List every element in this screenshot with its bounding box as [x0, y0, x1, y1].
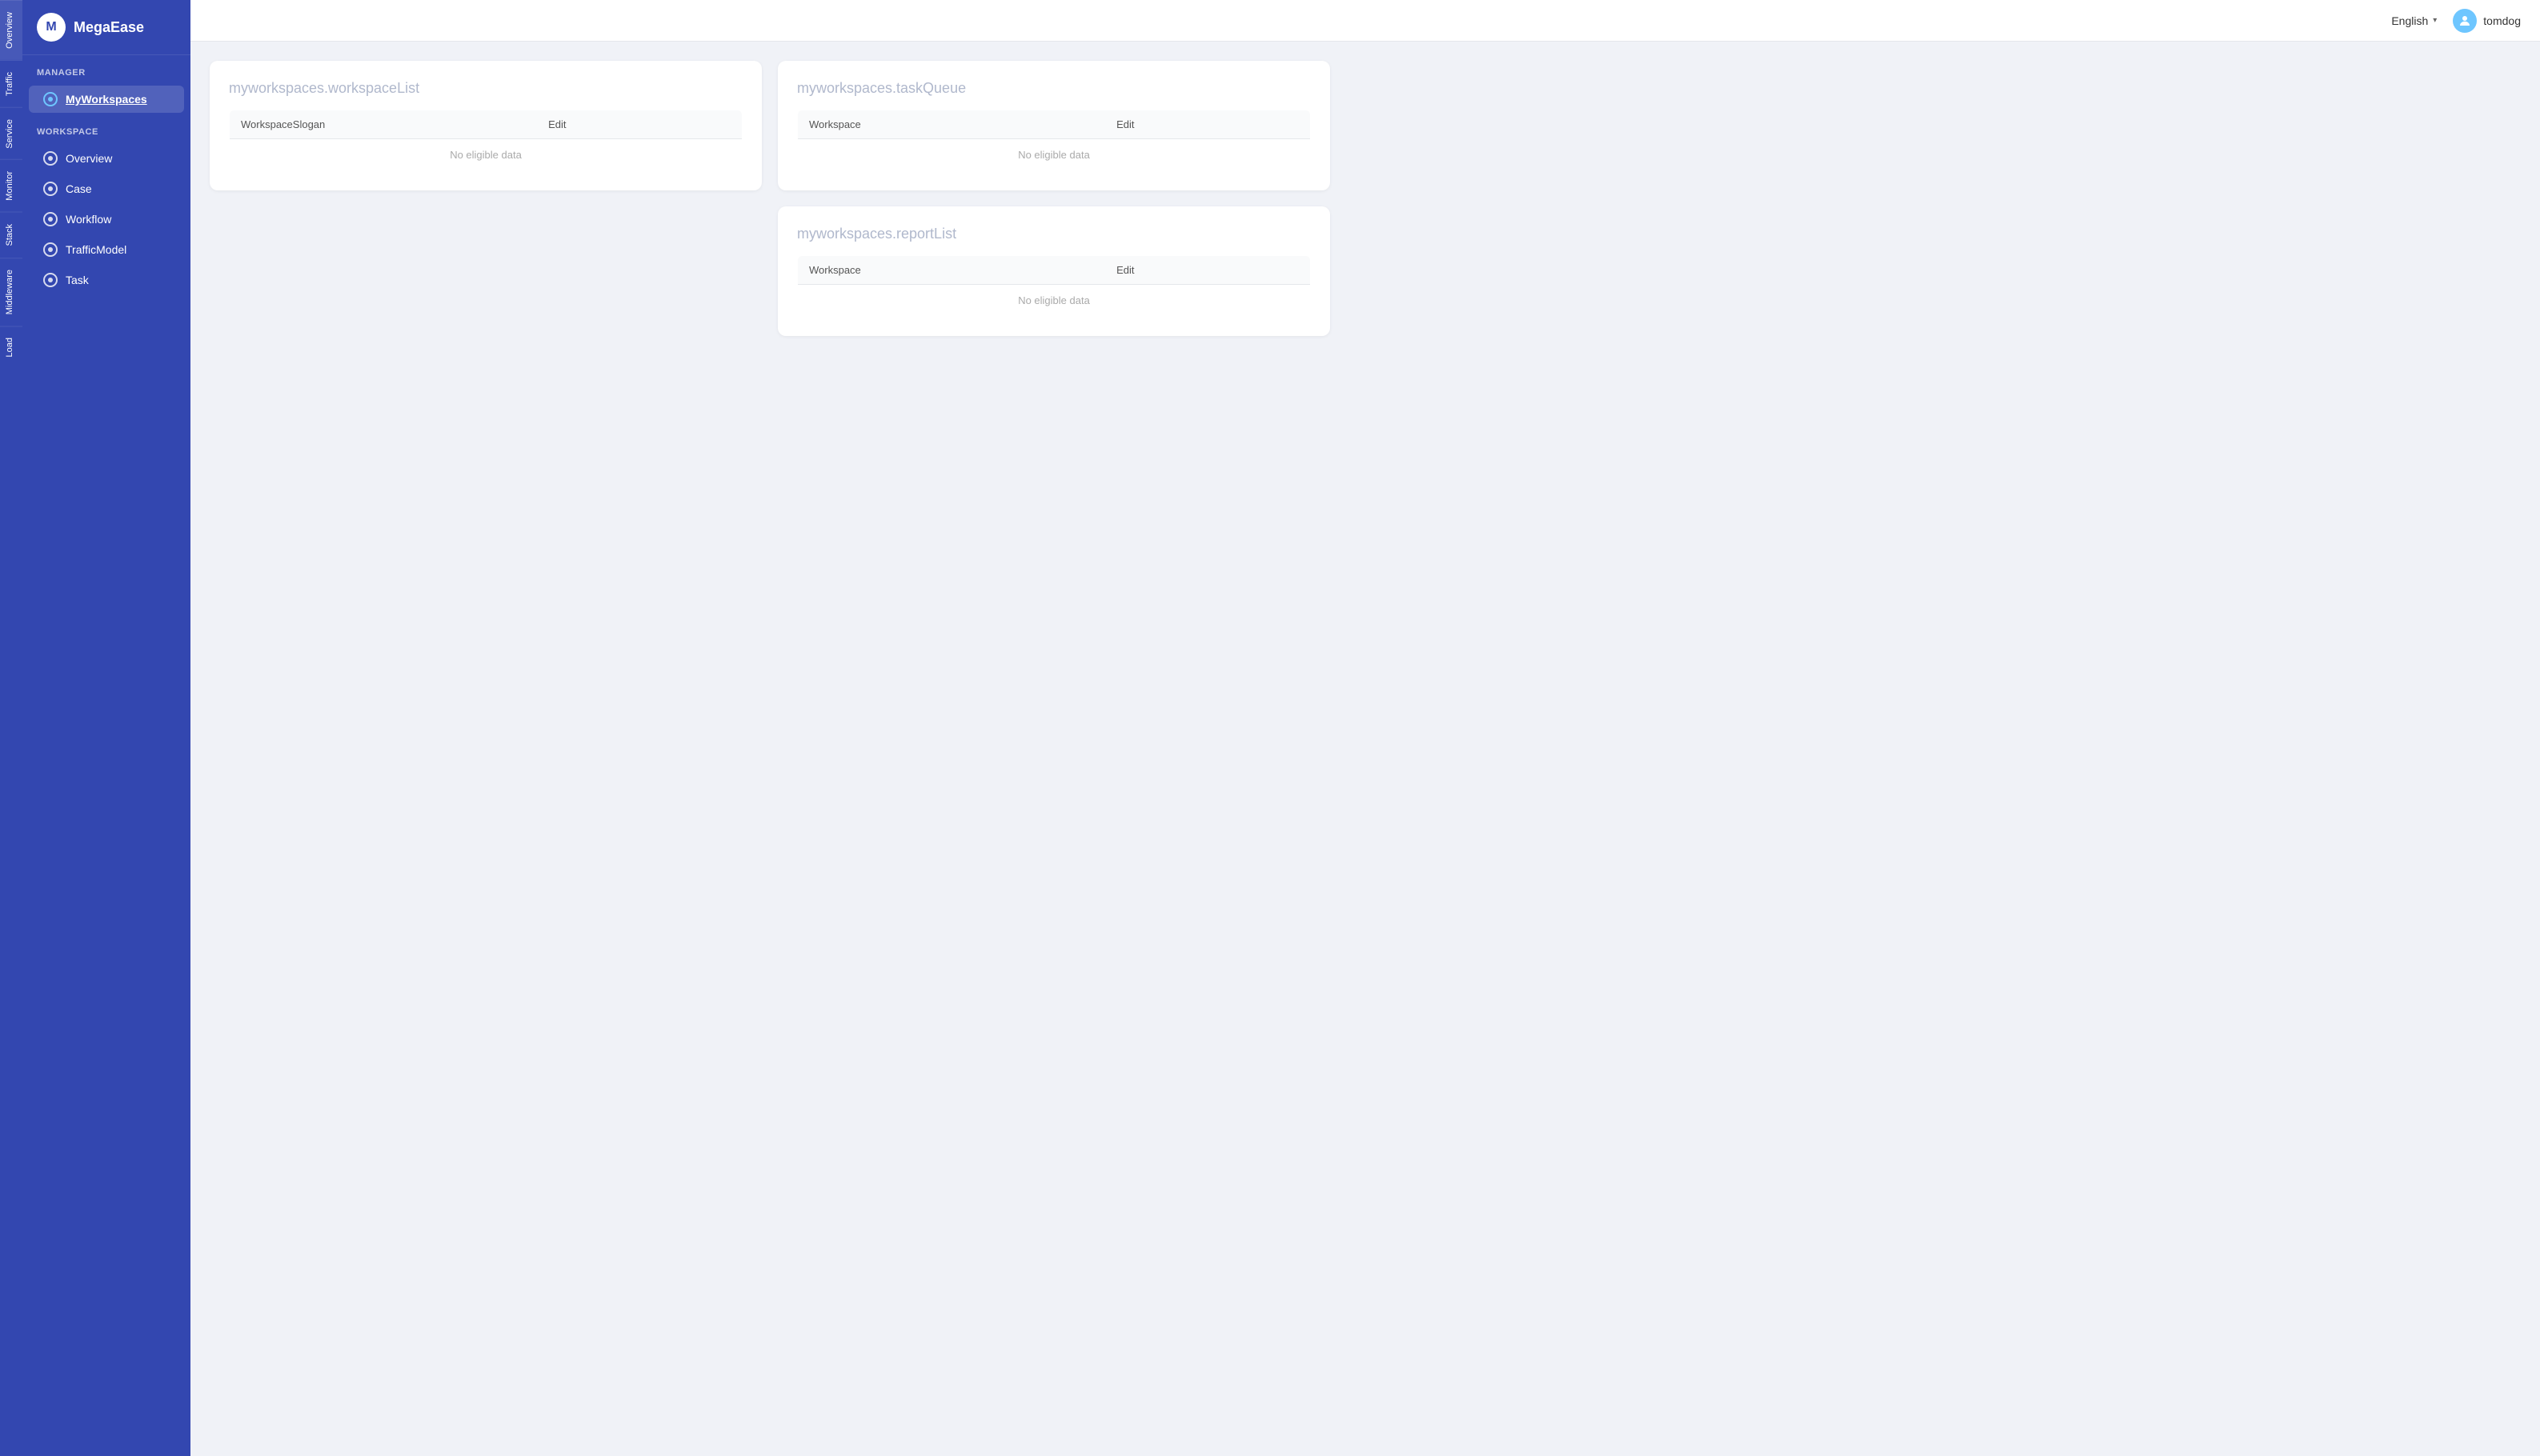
workflow-icon	[43, 212, 58, 226]
logo-icon: M	[37, 13, 66, 42]
task-queue-table: Workspace Edit No eligible data	[797, 110, 1311, 171]
vertical-tab-load[interactable]: Load	[0, 326, 22, 368]
report-list-table: Workspace Edit No eligible data	[797, 255, 1311, 317]
language-selector[interactable]: English ▾	[2391, 14, 2437, 27]
trafficmodel-icon	[43, 242, 58, 257]
logo-area: M MegaEase	[22, 0, 190, 55]
report-list-col-edit: Edit	[1105, 256, 1310, 285]
task-queue-col-workspace: Workspace	[798, 110, 1106, 139]
overview-icon	[43, 151, 58, 166]
user-avatar	[2453, 9, 2477, 33]
content-area: myworkspaces.workspaceList WorkspaceSlog…	[190, 42, 2540, 1456]
my-workspaces-label: MyWorkspaces	[66, 93, 147, 106]
language-chevron-icon: ▾	[2433, 16, 2437, 25]
workspace-list-title: myworkspaces.workspaceList	[229, 80, 743, 97]
report-list-card: myworkspaces.reportList Workspace Edit N…	[778, 206, 1330, 336]
vertical-tab-traffic[interactable]: Traffic	[0, 60, 22, 107]
workspace-list-header-row: WorkspaceSlogan Edit	[230, 110, 743, 139]
report-list-no-data-row: No eligible data	[798, 285, 1311, 317]
task-label: Task	[66, 274, 89, 286]
vertical-tab-stack[interactable]: Stack	[0, 212, 22, 258]
manager-section-title: MANAGER	[22, 55, 190, 84]
vertical-tab-bar: Overview Traffic Service Monitor Stack M…	[0, 0, 22, 1456]
workspace-list-no-data: No eligible data	[230, 139, 743, 171]
language-label: English	[2391, 14, 2428, 27]
task-queue-header-row: Workspace Edit	[798, 110, 1311, 139]
sidebar-item-trafficmodel[interactable]: TrafficModel	[29, 236, 184, 263]
workspace-list-col-slogan: WorkspaceSlogan	[230, 110, 538, 139]
task-queue-no-data: No eligible data	[798, 139, 1311, 171]
username-label: tomdog	[2483, 14, 2521, 27]
content-grid: myworkspaces.workspaceList WorkspaceSlog…	[210, 61, 1330, 336]
vertical-tab-monitor[interactable]: Monitor	[0, 159, 22, 212]
task-queue-no-data-row: No eligible data	[798, 139, 1311, 171]
main-wrapper: English ▾ tomdog myworkspaces.workspaceL…	[190, 0, 2540, 1456]
sidebar: M MegaEase MANAGER MyWorkspaces WORKSPAC…	[22, 0, 190, 1456]
my-workspaces-icon	[43, 92, 58, 106]
task-queue-col-edit: Edit	[1105, 110, 1310, 139]
report-list-header-row: Workspace Edit	[798, 256, 1311, 285]
workspace-list-no-data-row: No eligible data	[230, 139, 743, 171]
topbar: English ▾ tomdog	[190, 0, 2540, 42]
task-queue-card: myworkspaces.taskQueue Workspace Edit No…	[778, 61, 1330, 190]
sidebar-item-workflow[interactable]: Workflow	[29, 206, 184, 233]
app-name: MegaEase	[74, 19, 144, 36]
sidebar-item-case[interactable]: Case	[29, 175, 184, 202]
workspace-list-col-edit: Edit	[537, 110, 742, 139]
sidebar-item-my-workspaces[interactable]: MyWorkspaces	[29, 86, 184, 113]
sidebar-item-overview[interactable]: Overview	[29, 145, 184, 172]
workflow-label: Workflow	[66, 213, 111, 226]
trafficmodel-label: TrafficModel	[66, 243, 126, 256]
vertical-tab-middleware[interactable]: Middleware	[0, 258, 22, 326]
vertical-tab-service[interactable]: Service	[0, 107, 22, 160]
left-column-spacer	[210, 206, 762, 336]
report-list-col-workspace: Workspace	[798, 256, 1106, 285]
user-menu[interactable]: tomdog	[2453, 9, 2521, 33]
vertical-tab-overview[interactable]: Overview	[0, 0, 22, 60]
sidebar-item-task[interactable]: Task	[29, 266, 184, 294]
case-label: Case	[66, 182, 92, 195]
overview-label: Overview	[66, 152, 112, 165]
report-list-title: myworkspaces.reportList	[797, 226, 1311, 242]
report-list-no-data: No eligible data	[798, 285, 1311, 317]
workspace-section-title: WORKSPACE	[22, 114, 190, 143]
case-icon	[43, 182, 58, 196]
task-icon	[43, 273, 58, 287]
task-queue-title: myworkspaces.taskQueue	[797, 80, 1311, 97]
workspace-list-table: WorkspaceSlogan Edit No eligible data	[229, 110, 743, 171]
workspace-list-card: myworkspaces.workspaceList WorkspaceSlog…	[210, 61, 762, 190]
